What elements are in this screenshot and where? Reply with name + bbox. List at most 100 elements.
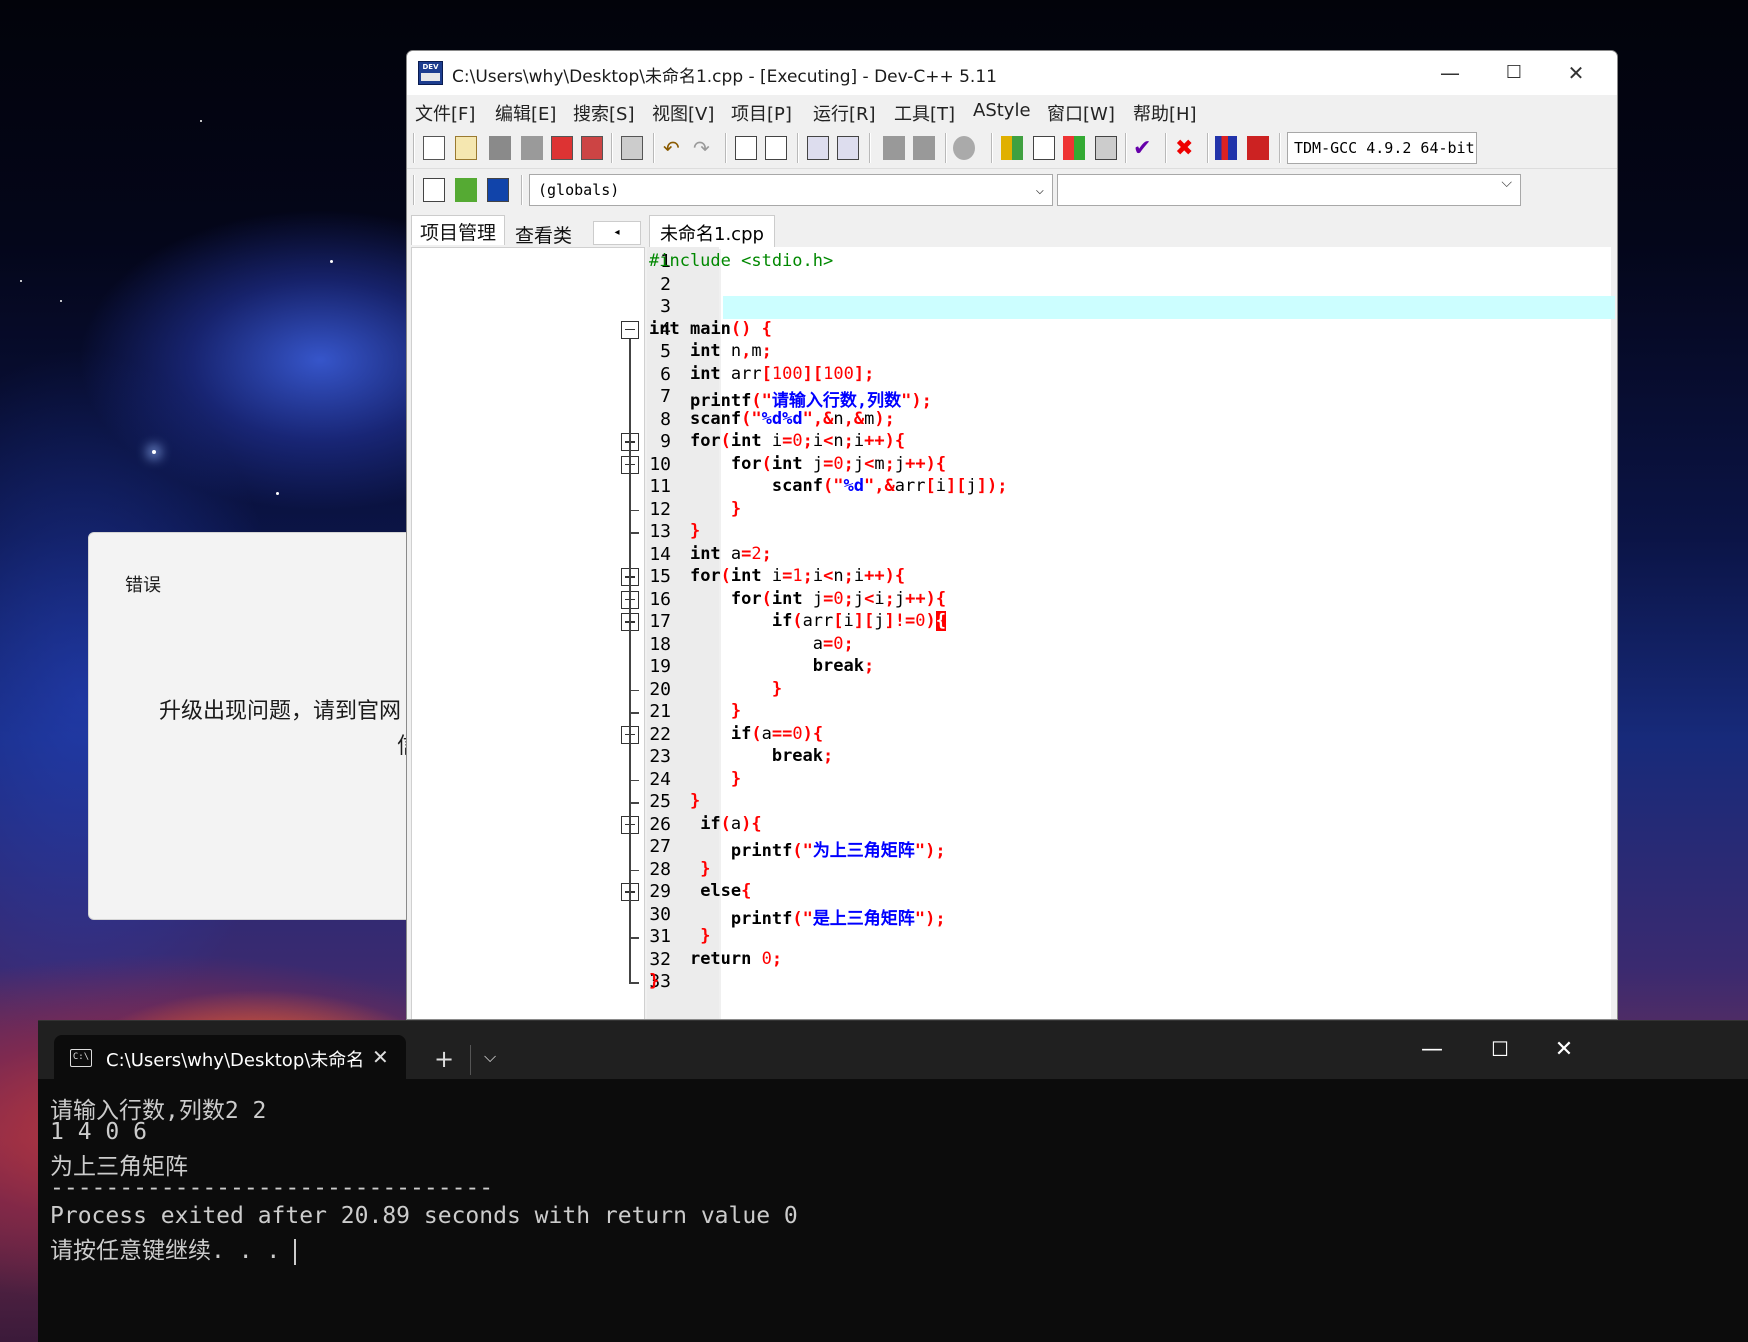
star <box>330 260 333 263</box>
output-line: 为上三角矩阵 <box>50 1154 188 1180</box>
fold-toggle-icon[interactable] <box>621 320 639 339</box>
compile-run-icon[interactable] <box>1063 136 1085 160</box>
maximize-button[interactable]: ☐ <box>1491 59 1537 87</box>
open-file-icon[interactable] <box>455 136 477 160</box>
star <box>276 492 279 495</box>
replace-icon[interactable] <box>765 136 787 160</box>
new-file-icon[interactable] <box>423 136 445 160</box>
menu-window[interactable]: 窗口[W] <box>1047 100 1115 126</box>
error-message: 升级出现问题，请到官网 <box>159 699 402 724</box>
remove-from-project-icon[interactable] <box>487 178 509 202</box>
fold-end-marker <box>629 532 639 534</box>
scope-select[interactable]: (globals) ⌵ <box>529 174 1053 206</box>
code-line: if(a==0){ <box>730 723 824 744</box>
find-icon[interactable] <box>735 136 757 160</box>
output-line: 请输入行数,列数2 2 <box>50 1098 267 1124</box>
comment-icon[interactable] <box>953 136 975 160</box>
terminal-tab[interactable]: C:\ C:\Users\why\Desktop\未命名 ✕ <box>54 1035 406 1081</box>
main-toolbar: ↶ ↷ ✔ ✖ TDM-GCC 4.9.2 64-bit Release <box>407 127 1617 169</box>
panel-scroll-buttons[interactable]: ◂ ▸ <box>593 221 641 260</box>
redo-icon[interactable]: ↷ <box>693 136 715 160</box>
minimize-button[interactable]: — <box>1427 59 1473 87</box>
goto-bookmark-icon[interactable] <box>913 136 935 160</box>
tab-file[interactable]: 未命名1.cpp <box>649 215 775 249</box>
close-file-icon[interactable] <box>551 136 573 160</box>
close-all-icon[interactable] <box>581 136 603 160</box>
code-line: } <box>771 678 783 699</box>
menu-run[interactable]: 运行[R] <box>813 100 876 126</box>
star <box>152 450 156 454</box>
close-tab-icon[interactable]: ✕ <box>372 1045 389 1069</box>
menu-file[interactable]: 文件[F] <box>415 100 475 126</box>
undo-icon[interactable]: ↶ <box>663 136 685 160</box>
line-number: 2 <box>660 273 671 295</box>
line-number: 3 <box>660 296 671 317</box>
function-select[interactable]: ⌵ <box>1057 174 1521 206</box>
close-button[interactable]: ✕ <box>1553 59 1599 87</box>
add-to-project-icon[interactable] <box>455 178 477 202</box>
new-project-icon[interactable] <box>423 178 445 202</box>
console-icon: C:\ <box>70 1049 92 1067</box>
toggle-bookmark-icon[interactable] <box>883 136 905 160</box>
compile-icon[interactable] <box>1001 136 1023 160</box>
print-icon[interactable] <box>621 136 643 160</box>
code-line: if(arr[i][j]!=0){ <box>771 611 947 631</box>
code-line: } <box>700 926 711 946</box>
code-line: printf("为上三角矩阵"); <box>730 841 946 861</box>
menu-search[interactable]: 搜索[S] <box>573 100 634 126</box>
terminal-minimize-button[interactable]: — <box>1412 1037 1452 1062</box>
menu-astyle[interactable]: AStyle <box>973 100 1031 121</box>
indent-icon[interactable] <box>807 136 829 160</box>
output-line: Process exited after 20.89 seconds with … <box>50 1203 798 1229</box>
tab-class-browser[interactable]: 查看类 <box>507 219 580 249</box>
code-line: #include <stdio.h> <box>649 251 834 271</box>
code-line: } <box>689 521 701 541</box>
editor-tab-bar: 未命名1.cpp <box>647 211 1607 249</box>
syntax-check-icon[interactable]: ✔ <box>1133 136 1155 161</box>
code-line: int a=2; <box>689 543 772 564</box>
chevron-down-icon: ⌵ <box>1501 175 1512 191</box>
code-line: else{ <box>700 881 752 901</box>
chevron-down-icon: ⌵ <box>1035 182 1044 198</box>
compiler-select[interactable]: TDM-GCC 4.9.2 64-bit Release <box>1287 132 1477 164</box>
output-line: -------------------------------- <box>50 1175 494 1201</box>
devcpp-app-icon: DEV <box>418 61 443 85</box>
menu-project[interactable]: 项目[P] <box>731 100 792 126</box>
devcpp-window: DEV C:\Users\why\Desktop\未命名1.cpp - [Exe… <box>406 50 1618 1020</box>
run-icon[interactable] <box>1033 136 1055 160</box>
tab-project-manager[interactable]: 项目管理 <box>411 215 506 245</box>
menu-tools[interactable]: 工具[T] <box>894 100 955 126</box>
terminal-maximize-button[interactable]: ☐ <box>1480 1037 1520 1061</box>
menu-edit[interactable]: 编辑[E] <box>495 100 556 126</box>
fold-end-marker <box>629 509 639 511</box>
save-all-icon[interactable] <box>521 136 543 160</box>
terminal-output[interactable]: 请输入行数,列数2 2 1 4 0 6 为上三角矩阵 -------------… <box>50 1091 1730 1265</box>
code-line: int n,m; <box>689 341 772 361</box>
code-line: int arr[100][100]; <box>689 363 875 384</box>
error-dialog: 错误 升级出现问题，请到官网 信 <box>88 532 419 920</box>
code-line: } <box>649 971 660 991</box>
save-icon[interactable] <box>489 136 511 160</box>
menu-help[interactable]: 帮助[H] <box>1133 100 1197 126</box>
stop-execution-icon[interactable]: ✖ <box>1175 136 1197 161</box>
output-line: 请按任意键继续. . . <box>50 1238 295 1264</box>
fold-guide <box>629 338 631 983</box>
code-line: for(int i=1;i<n;i++){ <box>689 566 906 586</box>
fold-end-marker <box>629 689 639 691</box>
fold-end-marker <box>629 937 639 939</box>
menu-view[interactable]: 视图[V] <box>652 100 714 126</box>
profile-icon[interactable] <box>1215 136 1237 160</box>
chevron-down-icon[interactable]: ⌵ <box>484 1047 496 1067</box>
scope-select-value: (globals) <box>538 181 620 199</box>
project-panel: 项目管理 查看类 ◂ ▸ <box>407 211 645 1019</box>
rebuild-all-icon[interactable] <box>1095 136 1117 160</box>
project-tree <box>411 247 645 1019</box>
code-line: break; <box>812 656 875 676</box>
delete-profile-icon[interactable] <box>1247 136 1269 160</box>
new-tab-button[interactable]: + <box>434 1045 454 1073</box>
unindent-icon[interactable] <box>837 136 859 160</box>
title-bar[interactable]: DEV C:\Users\why\Desktop\未命名1.cpp - [Exe… <box>407 51 1617 95</box>
code-line: } <box>730 768 742 789</box>
terminal-close-button[interactable]: ✕ <box>1544 1037 1584 1062</box>
code-line: for(int j=0;j<m;j++){ <box>730 453 947 474</box>
